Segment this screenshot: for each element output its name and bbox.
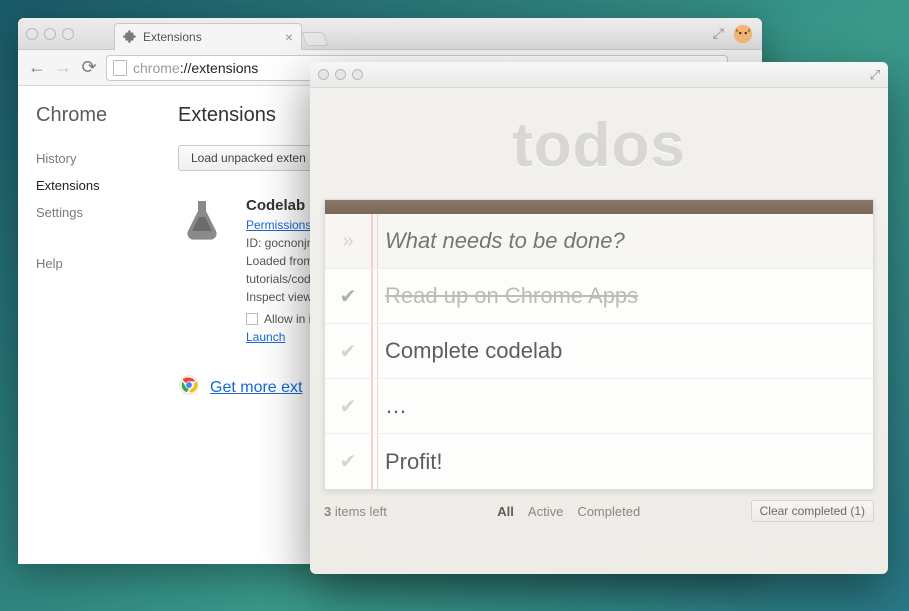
puzzle-icon xyxy=(123,29,137,46)
app-minimize-dot[interactable] xyxy=(335,69,346,80)
sidebar-item-extensions[interactable]: Extensions xyxy=(36,172,160,199)
launch-link[interactable]: Launch xyxy=(246,330,318,344)
browser-tab[interactable]: Extensions × xyxy=(114,23,302,50)
url-scheme: chrome xyxy=(133,60,180,76)
extension-id: ID: gocnonjm xyxy=(246,236,318,250)
checkbox-icon[interactable] xyxy=(246,313,258,325)
app-close-dot[interactable] xyxy=(318,69,329,80)
extension-name: Codelab xyxy=(246,197,318,214)
chrome-brand: Chrome xyxy=(36,104,160,127)
get-more-extensions-link[interactable]: Get more ext xyxy=(210,379,302,397)
expand-icon[interactable]: ⤢ xyxy=(713,25,724,42)
paper-binding xyxy=(325,200,873,214)
todo-item[interactable]: ✔ Profit! xyxy=(325,434,873,489)
url-path: ://extensions xyxy=(180,60,259,76)
forward-button[interactable]: → xyxy=(54,57,72,78)
check-icon[interactable]: ✔ xyxy=(325,449,371,474)
close-dot[interactable] xyxy=(26,28,38,40)
settings-sidebar: Chrome History Extensions Settings Help xyxy=(18,86,160,564)
tab-title: Extensions xyxy=(143,30,202,44)
new-todo-row[interactable]: » xyxy=(325,214,873,269)
new-todo-input[interactable] xyxy=(371,228,873,254)
toggle-all-icon[interactable]: » xyxy=(325,230,371,253)
extension-details: Codelab Permissions ID: gocnonjm Loaded … xyxy=(246,197,318,344)
check-icon[interactable]: ✔ xyxy=(325,284,371,309)
flask-icon xyxy=(178,197,226,344)
todo-text[interactable]: Read up on Chrome Apps xyxy=(371,283,638,309)
permissions-link[interactable]: Permissions xyxy=(246,218,318,232)
loaded-from-label: Loaded from: xyxy=(246,254,318,268)
todo-text[interactable]: Complete codelab xyxy=(371,338,562,364)
app-title: todos xyxy=(310,110,888,181)
filter-group: All Active Completed xyxy=(497,504,640,519)
sidebar-item-history[interactable]: History xyxy=(36,145,160,172)
check-icon[interactable]: ✔ xyxy=(325,394,371,419)
todos-app-window: ⤢ todos » ✔ Read up on Chrome Apps ✔ Com… xyxy=(310,62,888,574)
sidebar-item-settings[interactable]: Settings xyxy=(36,199,160,226)
page-icon xyxy=(113,60,127,76)
inspect-views-label: Inspect views xyxy=(246,290,318,304)
profile-avatar-icon[interactable] xyxy=(732,23,754,45)
loaded-from-path: tutorials/code xyxy=(246,272,318,286)
traffic-lights[interactable] xyxy=(26,28,74,40)
app-titlebar[interactable]: ⤢ xyxy=(310,62,888,88)
chrome-logo-icon xyxy=(178,374,200,401)
app-expand-icon[interactable]: ⤢ xyxy=(870,67,880,83)
app-hero: todos xyxy=(310,88,888,199)
check-icon[interactable]: ✔ xyxy=(325,339,371,364)
filter-completed[interactable]: Completed xyxy=(577,504,640,519)
todo-item[interactable]: ✔ … xyxy=(325,379,873,434)
new-tab-button[interactable] xyxy=(301,32,328,46)
todo-paper: » ✔ Read up on Chrome Apps ✔ Complete co… xyxy=(324,199,874,490)
tab-close-icon[interactable]: × xyxy=(285,29,293,45)
items-left: 3 items left xyxy=(324,504,387,519)
app-traffic-lights[interactable] xyxy=(318,69,363,80)
todo-item[interactable]: ✔ Read up on Chrome Apps xyxy=(325,269,873,324)
window-titlebar[interactable]: Extensions × ⤢ xyxy=(18,18,762,50)
app-zoom-dot[interactable] xyxy=(352,69,363,80)
sidebar-item-help[interactable]: Help xyxy=(36,250,160,277)
todo-item[interactable]: ✔ Complete codelab xyxy=(325,324,873,379)
back-button[interactable]: ← xyxy=(28,57,46,78)
minimize-dot[interactable] xyxy=(44,28,56,40)
todo-footer: 3 items left All Active Completed Clear … xyxy=(310,490,888,532)
allow-incognito-row[interactable]: Allow in in xyxy=(246,312,318,326)
items-left-label: items left xyxy=(331,504,387,519)
reload-button[interactable]: ⟳ xyxy=(80,57,98,78)
todo-text[interactable]: Profit! xyxy=(371,449,442,475)
filter-all[interactable]: All xyxy=(497,504,514,519)
filter-active[interactable]: Active xyxy=(528,504,563,519)
clear-completed-button[interactable]: Clear completed (1) xyxy=(751,500,874,522)
zoom-dot[interactable] xyxy=(62,28,74,40)
